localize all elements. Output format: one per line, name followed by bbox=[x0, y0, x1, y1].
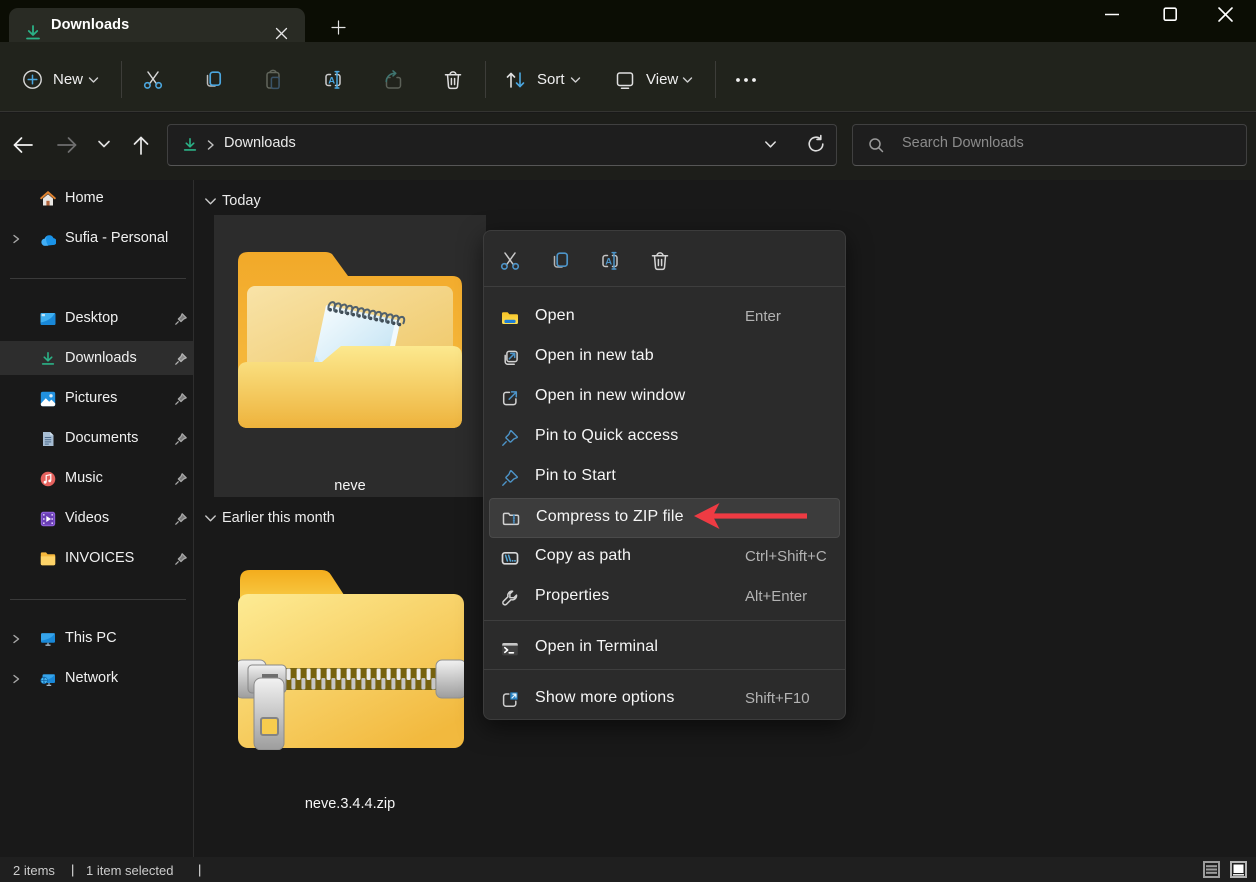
svg-text:A: A bbox=[605, 256, 612, 267]
svg-text:A: A bbox=[328, 75, 335, 86]
